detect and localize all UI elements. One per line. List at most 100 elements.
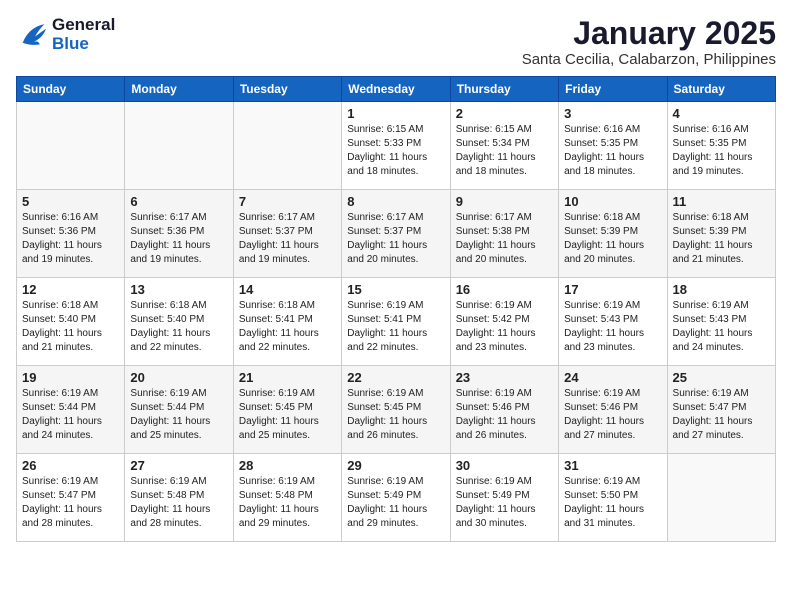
day-number: 31 xyxy=(564,458,661,473)
day-number: 6 xyxy=(130,194,227,209)
calendar-cell: 23 Sunrise: 6:19 AMSunset: 5:46 PMDaylig… xyxy=(450,366,558,454)
day-info: Sunrise: 6:19 AMSunset: 5:47 PMDaylight:… xyxy=(22,475,119,531)
calendar-cell: 25 Sunrise: 6:19 AMSunset: 5:47 PMDaylig… xyxy=(667,366,775,454)
calendar-cell: 21 Sunrise: 6:19 AMSunset: 5:45 PMDaylig… xyxy=(233,366,341,454)
day-info: Sunrise: 6:18 AMSunset: 5:39 PMDaylight:… xyxy=(564,211,661,267)
calendar-cell: 28 Sunrise: 6:19 AMSunset: 5:48 PMDaylig… xyxy=(233,454,341,542)
calendar-cell: 2 Sunrise: 6:15 AMSunset: 5:34 PMDayligh… xyxy=(450,102,558,190)
logo: General Blue xyxy=(16,16,115,53)
calendar-cell: 10 Sunrise: 6:18 AMSunset: 5:39 PMDaylig… xyxy=(559,190,667,278)
calendar-cell: 11 Sunrise: 6:18 AMSunset: 5:39 PMDaylig… xyxy=(667,190,775,278)
day-info: Sunrise: 6:19 AMSunset: 5:45 PMDaylight:… xyxy=(239,387,336,443)
day-info: Sunrise: 6:19 AMSunset: 5:43 PMDaylight:… xyxy=(673,299,770,355)
day-number: 17 xyxy=(564,282,661,297)
calendar-cell: 1 Sunrise: 6:15 AMSunset: 5:33 PMDayligh… xyxy=(342,102,450,190)
calendar-cell: 9 Sunrise: 6:17 AMSunset: 5:38 PMDayligh… xyxy=(450,190,558,278)
day-info: Sunrise: 6:18 AMSunset: 5:41 PMDaylight:… xyxy=(239,299,336,355)
day-number: 26 xyxy=(22,458,119,473)
day-number: 15 xyxy=(347,282,444,297)
calendar-cell: 17 Sunrise: 6:19 AMSunset: 5:43 PMDaylig… xyxy=(559,278,667,366)
calendar-cell: 20 Sunrise: 6:19 AMSunset: 5:44 PMDaylig… xyxy=(125,366,233,454)
logo-text: General Blue xyxy=(52,16,115,53)
day-number: 23 xyxy=(456,370,553,385)
calendar-week-row: 12 Sunrise: 6:18 AMSunset: 5:40 PMDaylig… xyxy=(17,278,776,366)
day-header: Friday xyxy=(559,77,667,102)
calendar-cell xyxy=(233,102,341,190)
day-info: Sunrise: 6:18 AMSunset: 5:40 PMDaylight:… xyxy=(130,299,227,355)
day-number: 28 xyxy=(239,458,336,473)
day-number: 5 xyxy=(22,194,119,209)
day-info: Sunrise: 6:15 AMSunset: 5:34 PMDaylight:… xyxy=(456,123,553,179)
day-info: Sunrise: 6:17 AMSunset: 5:37 PMDaylight:… xyxy=(347,211,444,267)
day-number: 21 xyxy=(239,370,336,385)
day-info: Sunrise: 6:17 AMSunset: 5:36 PMDaylight:… xyxy=(130,211,227,267)
day-info: Sunrise: 6:16 AMSunset: 5:35 PMDaylight:… xyxy=(564,123,661,179)
title-section: January 2025 Santa Cecilia, Calabarzon, … xyxy=(522,16,776,68)
day-number: 3 xyxy=(564,106,661,121)
day-info: Sunrise: 6:19 AMSunset: 5:46 PMDaylight:… xyxy=(564,387,661,443)
day-info: Sunrise: 6:19 AMSunset: 5:47 PMDaylight:… xyxy=(673,387,770,443)
calendar-cell: 8 Sunrise: 6:17 AMSunset: 5:37 PMDayligh… xyxy=(342,190,450,278)
calendar-cell: 19 Sunrise: 6:19 AMSunset: 5:44 PMDaylig… xyxy=(17,366,125,454)
day-number: 25 xyxy=(673,370,770,385)
day-number: 22 xyxy=(347,370,444,385)
calendar-cell: 6 Sunrise: 6:17 AMSunset: 5:36 PMDayligh… xyxy=(125,190,233,278)
calendar-cell: 27 Sunrise: 6:19 AMSunset: 5:48 PMDaylig… xyxy=(125,454,233,542)
day-info: Sunrise: 6:19 AMSunset: 5:45 PMDaylight:… xyxy=(347,387,444,443)
day-number: 13 xyxy=(130,282,227,297)
day-number: 18 xyxy=(673,282,770,297)
calendar-cell: 30 Sunrise: 6:19 AMSunset: 5:49 PMDaylig… xyxy=(450,454,558,542)
day-info: Sunrise: 6:15 AMSunset: 5:33 PMDaylight:… xyxy=(347,123,444,179)
day-number: 10 xyxy=(564,194,661,209)
day-info: Sunrise: 6:19 AMSunset: 5:41 PMDaylight:… xyxy=(347,299,444,355)
calendar-subtitle: Santa Cecilia, Calabarzon, Philippines xyxy=(522,51,776,68)
day-info: Sunrise: 6:19 AMSunset: 5:48 PMDaylight:… xyxy=(130,475,227,531)
day-info: Sunrise: 6:19 AMSunset: 5:49 PMDaylight:… xyxy=(347,475,444,531)
day-header: Thursday xyxy=(450,77,558,102)
day-number: 27 xyxy=(130,458,227,473)
calendar-cell xyxy=(125,102,233,190)
day-number: 1 xyxy=(347,106,444,121)
calendar-cell: 26 Sunrise: 6:19 AMSunset: 5:47 PMDaylig… xyxy=(17,454,125,542)
calendar-week-row: 1 Sunrise: 6:15 AMSunset: 5:33 PMDayligh… xyxy=(17,102,776,190)
logo-icon xyxy=(16,21,48,49)
day-number: 11 xyxy=(673,194,770,209)
calendar-cell xyxy=(667,454,775,542)
calendar-cell: 12 Sunrise: 6:18 AMSunset: 5:40 PMDaylig… xyxy=(17,278,125,366)
calendar-title: January 2025 xyxy=(522,16,776,51)
day-number: 24 xyxy=(564,370,661,385)
day-number: 19 xyxy=(22,370,119,385)
day-header: Saturday xyxy=(667,77,775,102)
calendar-cell: 5 Sunrise: 6:16 AMSunset: 5:36 PMDayligh… xyxy=(17,190,125,278)
day-number: 14 xyxy=(239,282,336,297)
calendar-cell: 15 Sunrise: 6:19 AMSunset: 5:41 PMDaylig… xyxy=(342,278,450,366)
calendar-cell: 14 Sunrise: 6:18 AMSunset: 5:41 PMDaylig… xyxy=(233,278,341,366)
day-number: 4 xyxy=(673,106,770,121)
calendar-cell: 18 Sunrise: 6:19 AMSunset: 5:43 PMDaylig… xyxy=(667,278,775,366)
calendar-week-row: 19 Sunrise: 6:19 AMSunset: 5:44 PMDaylig… xyxy=(17,366,776,454)
day-info: Sunrise: 6:16 AMSunset: 5:35 PMDaylight:… xyxy=(673,123,770,179)
day-info: Sunrise: 6:19 AMSunset: 5:44 PMDaylight:… xyxy=(130,387,227,443)
day-info: Sunrise: 6:19 AMSunset: 5:43 PMDaylight:… xyxy=(564,299,661,355)
calendar-cell: 13 Sunrise: 6:18 AMSunset: 5:40 PMDaylig… xyxy=(125,278,233,366)
day-info: Sunrise: 6:17 AMSunset: 5:38 PMDaylight:… xyxy=(456,211,553,267)
day-header: Wednesday xyxy=(342,77,450,102)
calendar-cell: 7 Sunrise: 6:17 AMSunset: 5:37 PMDayligh… xyxy=(233,190,341,278)
day-info: Sunrise: 6:19 AMSunset: 5:42 PMDaylight:… xyxy=(456,299,553,355)
day-info: Sunrise: 6:19 AMSunset: 5:48 PMDaylight:… xyxy=(239,475,336,531)
calendar-cell xyxy=(17,102,125,190)
calendar-cell: 29 Sunrise: 6:19 AMSunset: 5:49 PMDaylig… xyxy=(342,454,450,542)
calendar-week-row: 26 Sunrise: 6:19 AMSunset: 5:47 PMDaylig… xyxy=(17,454,776,542)
day-info: Sunrise: 6:19 AMSunset: 5:46 PMDaylight:… xyxy=(456,387,553,443)
day-number: 12 xyxy=(22,282,119,297)
day-info: Sunrise: 6:19 AMSunset: 5:50 PMDaylight:… xyxy=(564,475,661,531)
day-info: Sunrise: 6:18 AMSunset: 5:40 PMDaylight:… xyxy=(22,299,119,355)
calendar-cell: 16 Sunrise: 6:19 AMSunset: 5:42 PMDaylig… xyxy=(450,278,558,366)
calendar-cell: 31 Sunrise: 6:19 AMSunset: 5:50 PMDaylig… xyxy=(559,454,667,542)
day-number: 7 xyxy=(239,194,336,209)
calendar-cell: 3 Sunrise: 6:16 AMSunset: 5:35 PMDayligh… xyxy=(559,102,667,190)
day-number: 9 xyxy=(456,194,553,209)
header-row: SundayMondayTuesdayWednesdayThursdayFrid… xyxy=(17,77,776,102)
day-header: Sunday xyxy=(17,77,125,102)
day-number: 30 xyxy=(456,458,553,473)
